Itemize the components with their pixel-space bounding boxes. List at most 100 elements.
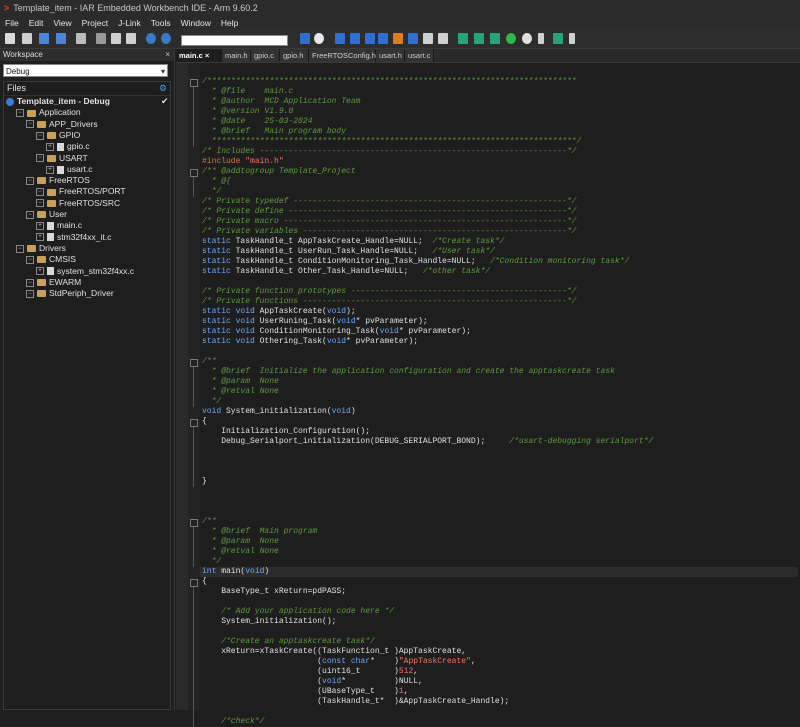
code-line: Debug_Serialport_initialization(DEBUG_SE… bbox=[202, 437, 654, 446]
save-icon[interactable] bbox=[39, 33, 49, 44]
fold-toggle-icon[interactable] bbox=[190, 359, 198, 367]
menu-window[interactable]: Window bbox=[176, 16, 216, 30]
fold-toggle-icon[interactable] bbox=[190, 79, 198, 87]
cut-icon[interactable] bbox=[96, 33, 106, 44]
bookmark-prev-icon[interactable] bbox=[335, 33, 345, 44]
dropdown-arrow-icon[interactable] bbox=[538, 33, 544, 44]
toolbar-options-icon[interactable] bbox=[569, 33, 575, 44]
collapse-icon[interactable]: − bbox=[26, 176, 34, 185]
current-line-highlight bbox=[200, 567, 798, 577]
collapse-icon[interactable]: − bbox=[26, 255, 34, 264]
expand-icon[interactable]: + bbox=[36, 267, 44, 276]
fold-margin[interactable] bbox=[188, 63, 200, 710]
tree-item-user[interactable]: − User bbox=[26, 209, 67, 220]
expand-icon[interactable]: + bbox=[46, 142, 54, 151]
tab-usart-h[interactable]: usart.h bbox=[376, 49, 405, 62]
collapse-icon[interactable]: − bbox=[16, 109, 24, 118]
code-editor[interactable]: /** *************************************… bbox=[176, 63, 800, 727]
nav-forward-icon[interactable] bbox=[378, 33, 388, 44]
tab-main-h[interactable]: main.h bbox=[222, 49, 251, 62]
menu-jlink[interactable]: J-Link bbox=[113, 16, 146, 30]
code-line: { bbox=[202, 577, 207, 586]
collapse-icon[interactable]: − bbox=[16, 244, 24, 253]
tree-item-gpio-c[interactable]: + gpio.c bbox=[46, 141, 90, 152]
collapse-icon[interactable]: − bbox=[36, 188, 44, 197]
stop-build-icon[interactable] bbox=[458, 33, 468, 44]
collapse-icon[interactable]: − bbox=[36, 199, 44, 208]
tree-item-app-drivers[interactable]: − APP_Drivers bbox=[26, 119, 98, 130]
tree-item-usart-c[interactable]: + usart.c bbox=[46, 164, 93, 175]
menu-view[interactable]: View bbox=[48, 16, 76, 30]
save-all-icon[interactable] bbox=[56, 33, 66, 44]
collapse-icon[interactable]: − bbox=[36, 154, 44, 163]
fold-toggle-icon[interactable] bbox=[190, 419, 198, 427]
compile-icon[interactable] bbox=[423, 33, 433, 44]
menu-edit[interactable]: Edit bbox=[24, 16, 49, 30]
security-icon[interactable] bbox=[393, 33, 403, 44]
menu-project[interactable]: Project bbox=[77, 16, 113, 30]
paste-icon[interactable] bbox=[126, 33, 136, 44]
menu-file[interactable]: File bbox=[0, 16, 24, 30]
tree-item-gpio[interactable]: − GPIO bbox=[36, 130, 80, 141]
undo-icon[interactable] bbox=[146, 33, 156, 44]
debug-no-download-icon[interactable] bbox=[522, 33, 532, 44]
tab-freertosconfig-h[interactable]: FreeRTOSConfig.h bbox=[309, 49, 376, 62]
bookmark-toggle-icon[interactable] bbox=[365, 33, 375, 44]
redo-icon[interactable] bbox=[161, 33, 171, 44]
step-icon[interactable] bbox=[408, 33, 418, 44]
copy-icon[interactable] bbox=[111, 33, 121, 44]
configuration-select[interactable]: Debug ▾ bbox=[3, 64, 168, 77]
expand-icon[interactable]: + bbox=[36, 233, 44, 242]
collapse-icon[interactable]: − bbox=[26, 278, 34, 287]
tree-item-cmsis[interactable]: − CMSIS bbox=[26, 254, 76, 265]
find-icon[interactable] bbox=[314, 33, 324, 44]
expand-icon[interactable]: + bbox=[36, 222, 44, 231]
tab-gpio-c[interactable]: gpio.c bbox=[251, 49, 280, 62]
tree-item-template-item-debug[interactable]: Template_item - Debug bbox=[6, 96, 110, 107]
tools-icon[interactable] bbox=[553, 33, 563, 44]
make-icon[interactable] bbox=[438, 33, 448, 44]
download-icon[interactable] bbox=[490, 33, 500, 44]
folder-icon bbox=[47, 132, 56, 140]
tree-item-freertos-port[interactable]: − FreeRTOS/PORT bbox=[36, 186, 126, 197]
tree-item-application[interactable]: − Application bbox=[16, 107, 81, 118]
new-file-icon[interactable] bbox=[5, 33, 15, 44]
tree-item-system-stm32f4xx-c[interactable]: + system_stm32f4xx.c bbox=[36, 266, 134, 277]
close-icon[interactable]: × bbox=[205, 51, 209, 60]
tree-item-usart[interactable]: − USART bbox=[36, 153, 88, 164]
tree-item-label: FreeRTOS/SRC bbox=[59, 197, 121, 208]
tree-item-drivers[interactable]: − Drivers bbox=[16, 243, 66, 254]
collapse-icon[interactable]: − bbox=[26, 120, 34, 129]
gear-icon[interactable]: ⚙ bbox=[159, 82, 167, 95]
tab-gpio-h[interactable]: gpio.h bbox=[280, 49, 309, 62]
menu-tools[interactable]: Tools bbox=[146, 16, 176, 30]
tree-item-freertos[interactable]: − FreeRTOS bbox=[26, 175, 90, 186]
nav-back-icon[interactable] bbox=[300, 33, 310, 44]
bookmark-next-icon[interactable] bbox=[350, 33, 360, 44]
menu-help[interactable]: Help bbox=[216, 16, 243, 30]
tree-item-ewarm[interactable]: − EWARM bbox=[26, 277, 81, 288]
expand-icon[interactable]: + bbox=[46, 165, 54, 174]
tree-item-freertos-src[interactable]: − FreeRTOS/SRC bbox=[36, 198, 120, 209]
tree-item-stm32f4xx-it-c[interactable]: + stm32f4xx_it.c bbox=[36, 232, 111, 243]
fold-toggle-icon[interactable] bbox=[190, 519, 198, 527]
collapse-icon[interactable]: − bbox=[26, 289, 34, 298]
tree-item-main-c[interactable]: + main.c bbox=[36, 220, 82, 231]
tree-item-stdperiph-driver[interactable]: − StdPeriph_Driver bbox=[26, 288, 114, 299]
tab-main-c[interactable]: main.c × bbox=[176, 49, 222, 62]
print-icon[interactable] bbox=[76, 33, 86, 44]
breakpoint-margin[interactable] bbox=[176, 63, 188, 710]
tab-usart-c[interactable]: usart.c bbox=[405, 49, 434, 62]
close-icon[interactable]: × bbox=[165, 49, 170, 61]
tree-item-label: User bbox=[49, 209, 67, 219]
open-file-icon[interactable] bbox=[22, 33, 32, 44]
code-line: BaseType_t xReturn=pdPASS; bbox=[202, 587, 347, 596]
debug-run-icon[interactable] bbox=[506, 33, 516, 44]
fold-toggle-icon[interactable] bbox=[190, 169, 198, 177]
code-line: /* Add your application code here */ bbox=[202, 607, 395, 616]
collapse-icon[interactable]: − bbox=[36, 131, 44, 140]
find-input[interactable] bbox=[181, 35, 288, 46]
breakpoint-icon[interactable] bbox=[474, 33, 484, 44]
collapse-icon[interactable]: − bbox=[26, 210, 34, 219]
fold-toggle-icon[interactable] bbox=[190, 579, 198, 587]
